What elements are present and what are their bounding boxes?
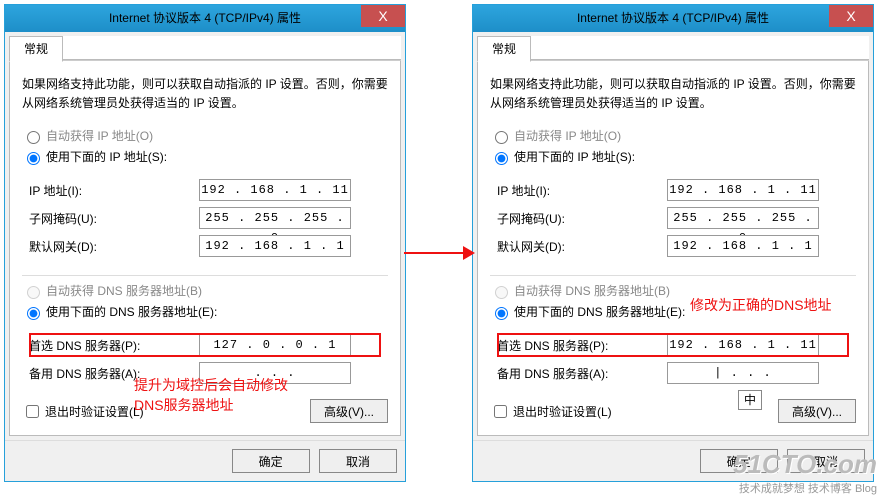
close-icon: X (378, 8, 387, 24)
watermark-tagline: 技术成就梦想 技术博客 Blog (733, 480, 877, 496)
default-gateway-label: 默认网关(D): (497, 238, 667, 255)
subnet-mask-label: 子网掩码(U): (497, 210, 667, 227)
ip-address-input[interactable]: 192 . 168 . 1 . 11 (667, 179, 819, 201)
default-gateway-input[interactable]: 192 . 168 . 1 . 1 (667, 235, 819, 257)
close-button[interactable]: X (829, 5, 873, 27)
radio-manual-dns[interactable]: 使用下面的 DNS 服务器地址(E): (22, 303, 388, 320)
tab-general[interactable]: 常规 (9, 36, 63, 62)
annotation-right: 修改为正确的DNS地址 (690, 296, 832, 316)
radio-auto-dns-input (27, 286, 40, 299)
dialog-body: 如果网络支持此功能，则可以获取自动指派的 IP 设置。否则，你需要从网络系统管理… (477, 61, 869, 436)
advanced-button[interactable]: 高级(V)... (310, 399, 388, 423)
validate-label: 退出时验证设置(L) (513, 403, 612, 420)
titlebar[interactable]: Internet 协议版本 4 (TCP/IPv4) 属性 X (473, 5, 873, 32)
radio-manual-dns-label: 使用下面的 DNS 服务器地址(E): (514, 303, 685, 320)
radio-manual-ip-input[interactable] (495, 152, 508, 165)
titlebar[interactable]: Internet 协议版本 4 (TCP/IPv4) 属性 X (5, 5, 405, 32)
arrow-icon (404, 252, 472, 254)
close-icon: X (846, 8, 855, 24)
radio-auto-dns: 自动获得 DNS 服务器地址(B) (22, 282, 388, 299)
radio-auto-dns-label: 自动获得 DNS 服务器地址(B) (46, 282, 202, 299)
radio-manual-ip-label: 使用下面的 IP 地址(S): (514, 148, 635, 165)
preferred-dns-input[interactable]: 192 . 168 . 1 . 11 (667, 334, 819, 356)
ok-button[interactable]: 确定 (232, 449, 310, 473)
radio-manual-ip[interactable]: 使用下面的 IP 地址(S): (490, 148, 856, 165)
subnet-mask-label: 子网掩码(U): (29, 210, 199, 227)
default-gateway-label: 默认网关(D): (29, 238, 199, 255)
annotation-left: 提升为域控后会自动修改 DNS服务器地址 (134, 376, 288, 415)
window-title: Internet 协议版本 4 (TCP/IPv4) 属性 (473, 5, 873, 31)
tab-strip: 常规 (477, 36, 869, 61)
preferred-dns-label: 首选 DNS 服务器(P): (29, 337, 199, 354)
radio-manual-ip-input[interactable] (27, 152, 40, 165)
ip-address-label: IP 地址(I): (497, 182, 667, 199)
tab-general[interactable]: 常规 (477, 36, 531, 62)
dialog-footer: 确定 取消 (5, 440, 405, 481)
ip-address-label: IP 地址(I): (29, 182, 199, 199)
cancel-button[interactable]: 取消 (319, 449, 397, 473)
watermark: 51CTO.com 技术成就梦想 技术博客 Blog (733, 449, 877, 496)
preferred-dns-label: 首选 DNS 服务器(P): (497, 337, 667, 354)
alternate-dns-label: 备用 DNS 服务器(A): (497, 365, 667, 382)
description-text: 如果网络支持此功能，则可以获取自动指派的 IP 设置。否则，你需要从网络系统管理… (22, 75, 388, 113)
radio-auto-ip[interactable]: 自动获得 IP 地址(O) (490, 127, 856, 144)
watermark-logo: 51CTO.com (733, 449, 877, 480)
subnet-mask-input[interactable]: 255 . 255 . 255 . 0 (199, 207, 351, 229)
validate-checkbox[interactable] (26, 405, 39, 418)
close-button[interactable]: X (361, 5, 405, 27)
radio-manual-dns-input[interactable] (495, 307, 508, 320)
radio-auto-ip-label: 自动获得 IP 地址(O) (46, 127, 153, 144)
preferred-dns-input[interactable]: 127 . 0 . 0 . 1 (199, 334, 351, 356)
radio-manual-dns-label: 使用下面的 DNS 服务器地址(E): (46, 303, 217, 320)
ip-address-input[interactable]: 192 . 168 . 1 . 11 (199, 179, 351, 201)
advanced-button[interactable]: 高级(V)... (778, 399, 856, 423)
radio-auto-ip-input[interactable] (27, 131, 40, 144)
validate-label: 退出时验证设置(L) (45, 403, 144, 420)
radio-manual-ip[interactable]: 使用下面的 IP 地址(S): (22, 148, 388, 165)
radio-manual-dns-input[interactable] (27, 307, 40, 320)
radio-auto-dns-input (495, 286, 508, 299)
validate-checkbox[interactable] (494, 405, 507, 418)
subnet-mask-input[interactable]: 255 . 255 . 255 . 0 (667, 207, 819, 229)
preferred-dns-row-highlight: 首选 DNS 服务器(P): 192 . 168 . 1 . 11 (497, 333, 849, 357)
radio-auto-ip-input[interactable] (495, 131, 508, 144)
radio-manual-ip-label: 使用下面的 IP 地址(S): (46, 148, 167, 165)
preferred-dns-row-highlight: 首选 DNS 服务器(P): 127 . 0 . 0 . 1 (29, 333, 381, 357)
window-title: Internet 协议版本 4 (TCP/IPv4) 属性 (5, 5, 405, 31)
tcpip-properties-window-right: Internet 协议版本 4 (TCP/IPv4) 属性 X 常规 如果网络支… (472, 4, 874, 482)
default-gateway-input[interactable]: 192 . 168 . 1 . 1 (199, 235, 351, 257)
radio-auto-ip[interactable]: 自动获得 IP 地址(O) (22, 127, 388, 144)
alternate-dns-input[interactable]: | . . . (667, 362, 819, 384)
tab-strip: 常规 (9, 36, 401, 61)
radio-auto-dns-label: 自动获得 DNS 服务器地址(B) (514, 282, 670, 299)
ime-indicator[interactable]: 中 (738, 390, 762, 410)
radio-auto-ip-label: 自动获得 IP 地址(O) (514, 127, 621, 144)
description-text: 如果网络支持此功能，则可以获取自动指派的 IP 设置。否则，你需要从网络系统管理… (490, 75, 856, 113)
